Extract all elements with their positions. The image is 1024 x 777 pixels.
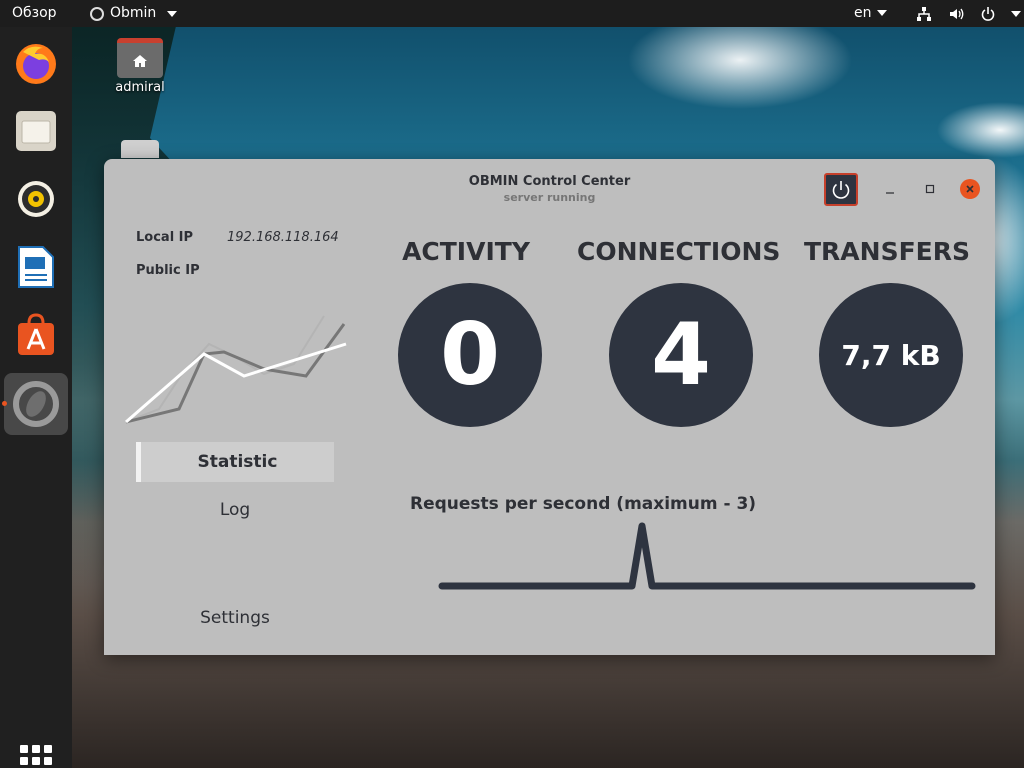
transfers-title: TRANSFERS bbox=[804, 237, 970, 266]
language-indicator[interactable]: en bbox=[854, 0, 887, 27]
show-applications-button[interactable] bbox=[20, 745, 52, 777]
language-label: en bbox=[854, 5, 872, 21]
connections-circle: 4 bbox=[609, 283, 753, 427]
minimize-icon bbox=[886, 192, 894, 194]
connections-title: CONNECTIONS bbox=[577, 237, 781, 266]
dock-item-software[interactable] bbox=[8, 307, 64, 363]
activity-title: ACTIVITY bbox=[402, 237, 530, 266]
app-menu-label: Obmin bbox=[110, 5, 157, 21]
chevron-down-icon bbox=[1011, 10, 1021, 17]
activity-value: 0 bbox=[440, 305, 500, 405]
running-indicator bbox=[2, 401, 7, 406]
dock-item-writer[interactable] bbox=[8, 239, 64, 295]
requests-line bbox=[438, 522, 976, 590]
volume-icon bbox=[947, 0, 965, 27]
obmin-icon bbox=[13, 381, 59, 427]
window-title: OBMIN Control Center bbox=[468, 174, 631, 189]
desktop-home-folder[interactable]: admiral bbox=[114, 38, 166, 95]
obmin-window: OBMIN Control Center server running Loca… bbox=[104, 159, 995, 655]
requests-graph-label: Requests per second (maximum - 3) bbox=[410, 494, 757, 514]
dock bbox=[0, 27, 72, 777]
dock-item-obmin[interactable] bbox=[4, 373, 68, 435]
shopping-bag-icon bbox=[18, 313, 54, 355]
network-icon bbox=[915, 0, 933, 27]
dock-item-rhythmbox[interactable] bbox=[8, 171, 64, 227]
nav-log[interactable]: Log bbox=[136, 490, 334, 530]
home-folder-icon bbox=[117, 38, 163, 78]
power-icon bbox=[832, 180, 850, 199]
chevron-down-icon bbox=[167, 10, 178, 17]
obmin-app-icon bbox=[90, 6, 104, 21]
window-subtitle: server running bbox=[503, 191, 596, 204]
nav-settings[interactable]: Settings bbox=[136, 598, 334, 638]
dock-item-files[interactable] bbox=[8, 103, 64, 159]
nav-statistic[interactable]: Statistic bbox=[136, 442, 334, 482]
app-menu[interactable]: Obmin bbox=[90, 0, 178, 27]
dock-item-firefox[interactable] bbox=[8, 35, 64, 91]
server-power-button[interactable] bbox=[824, 173, 858, 206]
drive-icon[interactable] bbox=[121, 140, 159, 158]
firefox-icon bbox=[16, 44, 56, 84]
activity-circle: 0 bbox=[398, 283, 542, 427]
transfers-value: 7,7 kB bbox=[841, 338, 941, 372]
document-icon bbox=[18, 246, 54, 288]
activities-button[interactable]: Обзор bbox=[12, 0, 57, 27]
connections-value: 4 bbox=[651, 305, 711, 405]
transfers-circle: 7,7 kB bbox=[819, 283, 963, 427]
close-icon bbox=[966, 185, 974, 193]
local-ip-label: Local IP bbox=[136, 230, 194, 245]
requests-graph bbox=[438, 522, 976, 590]
app-logo-graph bbox=[125, 315, 347, 424]
system-menu[interactable] bbox=[915, 0, 1021, 27]
minimize-button[interactable] bbox=[880, 179, 900, 199]
top-bar: Обзор Obmin en bbox=[0, 0, 1024, 27]
chevron-down-icon bbox=[876, 10, 887, 16]
maximize-button[interactable] bbox=[920, 179, 940, 199]
files-icon bbox=[16, 111, 56, 151]
maximize-icon bbox=[925, 184, 935, 194]
local-ip-value: 192.168.118.164 bbox=[227, 230, 339, 245]
public-ip-label: Public IP bbox=[136, 263, 200, 278]
power-icon bbox=[979, 0, 997, 27]
speaker-icon bbox=[18, 181, 54, 217]
desktop-icon-label: admiral bbox=[115, 80, 165, 95]
close-button[interactable] bbox=[960, 179, 980, 199]
